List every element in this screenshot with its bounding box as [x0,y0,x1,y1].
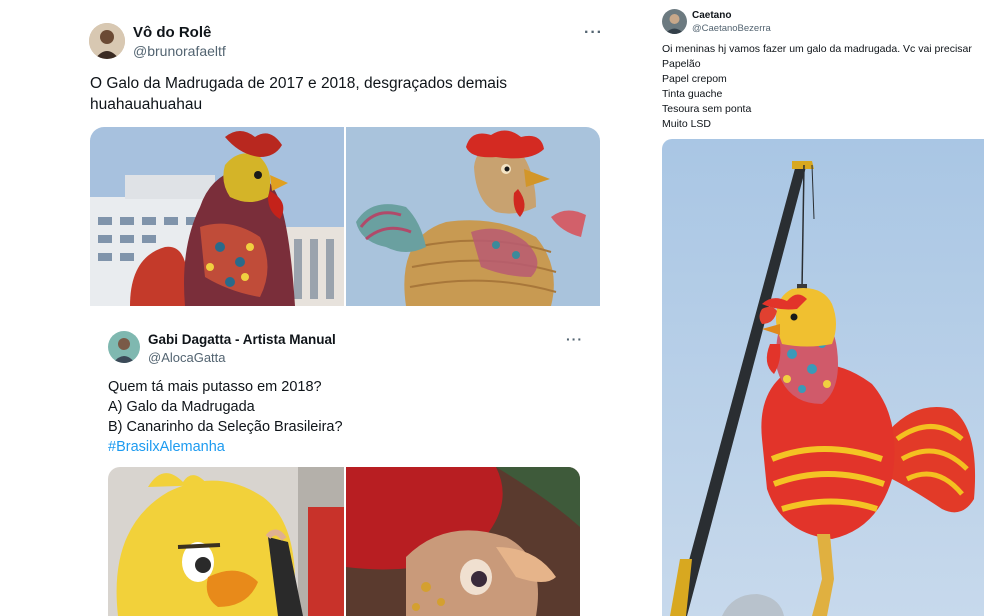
avatar-photo [89,23,125,59]
right-tweet-line-4: Tinta guache [662,88,723,100]
right-author-name[interactable]: Caetano [692,10,731,21]
right-tweet-photo-crane-rooster[interactable] [662,139,984,616]
hashtag-link[interactable]: #BrasilxAlemanha [108,437,225,458]
tweet-photo-rooster-2017[interactable] [90,127,344,306]
right-author-handle[interactable]: @CaetanoBezerra [692,23,771,34]
tweet-text-line-2: huahauahuahau [90,96,203,113]
right-tweet-line-2: Papelão [662,58,701,70]
quote-text-line-1: Quem tá mais putasso em 2018? [108,379,322,395]
right-avatar-photo [662,9,687,34]
right-tweet-line-5: Tesoura sem ponta [662,103,752,115]
right-avatar[interactable] [662,9,687,34]
quote-author-handle[interactable]: @AlocaGatta [148,350,226,365]
quote-text-line-3: B) Canarinho da Seleção Brasileira? [108,419,343,435]
author-handle[interactable]: @brunorafaeltf [133,43,226,59]
tweet-text-line-1: O Galo da Madrugada de 2017 e 2018, desg… [90,75,508,92]
quote-photo-galo-closeup[interactable] [346,467,580,616]
right-tweet-line-6: Muito LSD [662,118,712,130]
right-tweet-line-1: Oi meninas hj vamos fazer um galo da mad… [662,43,972,55]
author-name[interactable]: Vô do Rolê [133,24,211,41]
quote-text-line-2: A) Galo da Madrugada [108,399,255,415]
avatar[interactable] [89,23,125,59]
right-tweet-line-3: Papel crepom [662,73,727,85]
quote-author-name[interactable]: Gabi Dagatta - Artista Manual [148,332,336,347]
quote-avatar-photo [108,331,140,363]
tweet-photo-rooster-2018[interactable] [346,127,600,306]
quote-avatar[interactable] [108,331,140,363]
more-options-icon[interactable]: ··· [584,24,603,42]
quote-photo-canarinho[interactable] [108,467,344,616]
quote-more-options-icon[interactable]: ··· [566,331,583,347]
